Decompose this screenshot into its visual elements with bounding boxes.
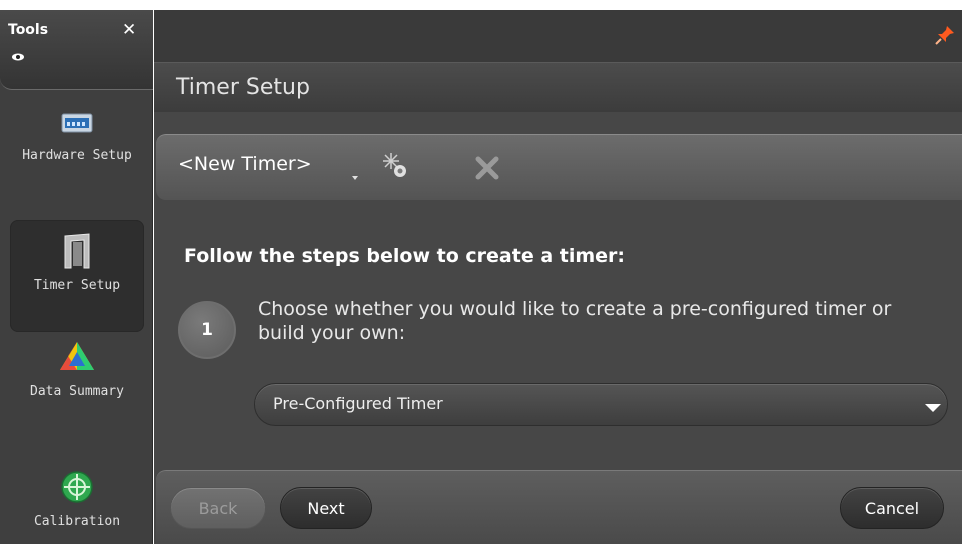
eye-icon[interactable] <box>11 52 25 62</box>
timer-bar: <New Timer> <box>156 134 962 200</box>
tool-label-calibration: Calibration <box>33 514 121 529</box>
data-summary-icon <box>60 342 94 370</box>
calibration-icon <box>61 471 93 503</box>
delete-icon[interactable] <box>474 155 500 181</box>
tools-panel: Tools ✕ Hardware Setup Timer Setup Data … <box>0 10 153 544</box>
tool-item-timer-setup[interactable]: Timer Setup <box>10 220 144 332</box>
tool-label-timer-setup: Timer Setup <box>33 278 121 293</box>
main-area: Timer Setup <New Timer> Follow the steps… <box>154 10 962 544</box>
tool-label-data-summary: Data Summary <box>30 384 124 399</box>
tool-label-hardware-setup: Hardware Setup <box>22 148 132 163</box>
tool-item-hardware-setup[interactable]: Hardware Setup <box>10 110 144 210</box>
cancel-button[interactable]: Cancel <box>840 487 944 529</box>
chevron-down-icon <box>925 404 941 412</box>
back-button[interactable]: Back <box>170 487 266 529</box>
tools-close-icon[interactable]: ✕ <box>122 20 136 40</box>
page-title: Timer Setup <box>176 75 310 100</box>
timer-select[interactable]: <New Timer> <box>178 153 312 175</box>
tool-item-calibration[interactable]: Calibration <box>10 470 144 544</box>
tool-item-data-summary[interactable]: Data Summary <box>10 340 144 450</box>
top-bar <box>154 10 962 62</box>
hardware-icon <box>61 113 93 133</box>
step-instruction-text: Choose whether you would like to create … <box>258 298 892 344</box>
wizard-content: Follow the steps below to create a timer… <box>154 200 962 470</box>
timer-select-caret-icon[interactable] <box>352 176 358 180</box>
new-timer-icon[interactable] <box>381 151 409 179</box>
timer-type-dropdown[interactable]: Pre-Configured Timer <box>254 383 948 426</box>
timer-icon <box>64 233 90 269</box>
pin-icon[interactable] <box>934 24 956 46</box>
timer-type-dropdown-value: Pre-Configured Timer <box>273 394 443 413</box>
tools-panel-title: Tools <box>8 22 49 38</box>
tools-panel-header: Tools ✕ <box>0 10 153 90</box>
wizard-footer: Back Next Cancel <box>156 470 962 544</box>
next-button[interactable]: Next <box>280 487 372 529</box>
steps-heading: Follow the steps below to create a timer… <box>184 245 625 267</box>
title-bar: Timer Setup <box>154 62 962 112</box>
step-number-badge: 1 <box>178 301 236 359</box>
